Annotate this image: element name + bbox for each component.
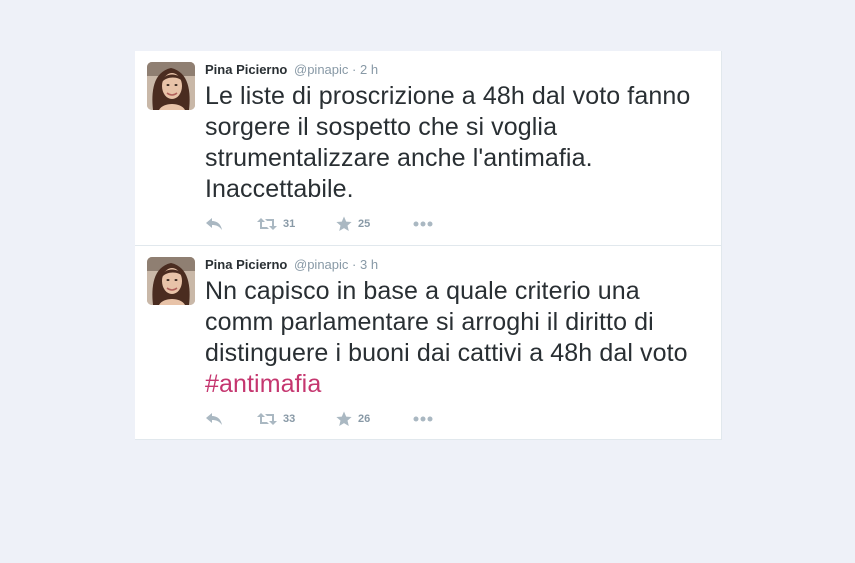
avatar[interactable] [147, 257, 195, 305]
tweet-header: Pina Picierno @pinapic · 3 h [205, 257, 378, 273]
author-fullname[interactable]: Pina Picierno [205, 257, 287, 272]
author-username[interactable]: @pinapic [294, 257, 348, 272]
favorite-button[interactable]: 26 [336, 410, 370, 428]
header-separator: · [352, 62, 357, 77]
favorite-count: 26 [358, 413, 371, 425]
tweet-timeline: Pina Picierno @pinapic · 2 h Le liste di… [135, 51, 722, 440]
tweet-actions: 31 25 [205, 215, 505, 233]
tweet-text: Le liste di proscrizione a 48h dal voto … [205, 81, 710, 205]
retweet-icon [257, 218, 277, 230]
reply-icon [206, 218, 222, 230]
retweet-button[interactable]: 33 [257, 410, 295, 428]
retweet-count: 33 [283, 413, 296, 425]
tweet-timestamp[interactable]: 3 h [360, 257, 378, 272]
star-icon [336, 216, 352, 231]
avatar[interactable] [147, 62, 195, 110]
tweet-text-body: Nn capisco in base a quale criterio una … [205, 277, 688, 367]
tweet-actions: 33 26 [205, 410, 505, 428]
favorite-button[interactable]: 25 [336, 215, 370, 233]
more-button[interactable] [413, 215, 433, 233]
tweet[interactable]: Pina Picierno @pinapic · 2 h Le liste di… [135, 51, 721, 245]
reply-button[interactable] [205, 410, 223, 428]
reply-icon [206, 413, 222, 425]
favorite-count: 25 [358, 218, 371, 230]
hashtag-link[interactable]: #antimafia [205, 370, 321, 398]
retweet-button[interactable]: 31 [257, 215, 295, 233]
author-username[interactable]: @pinapic [294, 62, 348, 77]
tweet[interactable]: Pina Picierno @pinapic · 3 h Nn capisco … [135, 245, 721, 439]
tweet-timestamp[interactable]: 2 h [360, 62, 378, 77]
more-icon [413, 221, 433, 227]
more-button[interactable] [413, 410, 433, 428]
header-separator: · [352, 257, 357, 272]
star-icon [336, 411, 352, 426]
tweet-header: Pina Picierno @pinapic · 2 h [205, 62, 378, 78]
tweet-text: Nn capisco in base a quale criterio una … [205, 276, 710, 400]
author-fullname[interactable]: Pina Picierno [205, 62, 287, 77]
more-icon [413, 416, 433, 422]
retweet-icon [257, 413, 277, 425]
reply-button[interactable] [205, 215, 223, 233]
retweet-count: 31 [283, 218, 296, 230]
tweet-text-body: Le liste di proscrizione a 48h dal voto … [205, 82, 691, 203]
